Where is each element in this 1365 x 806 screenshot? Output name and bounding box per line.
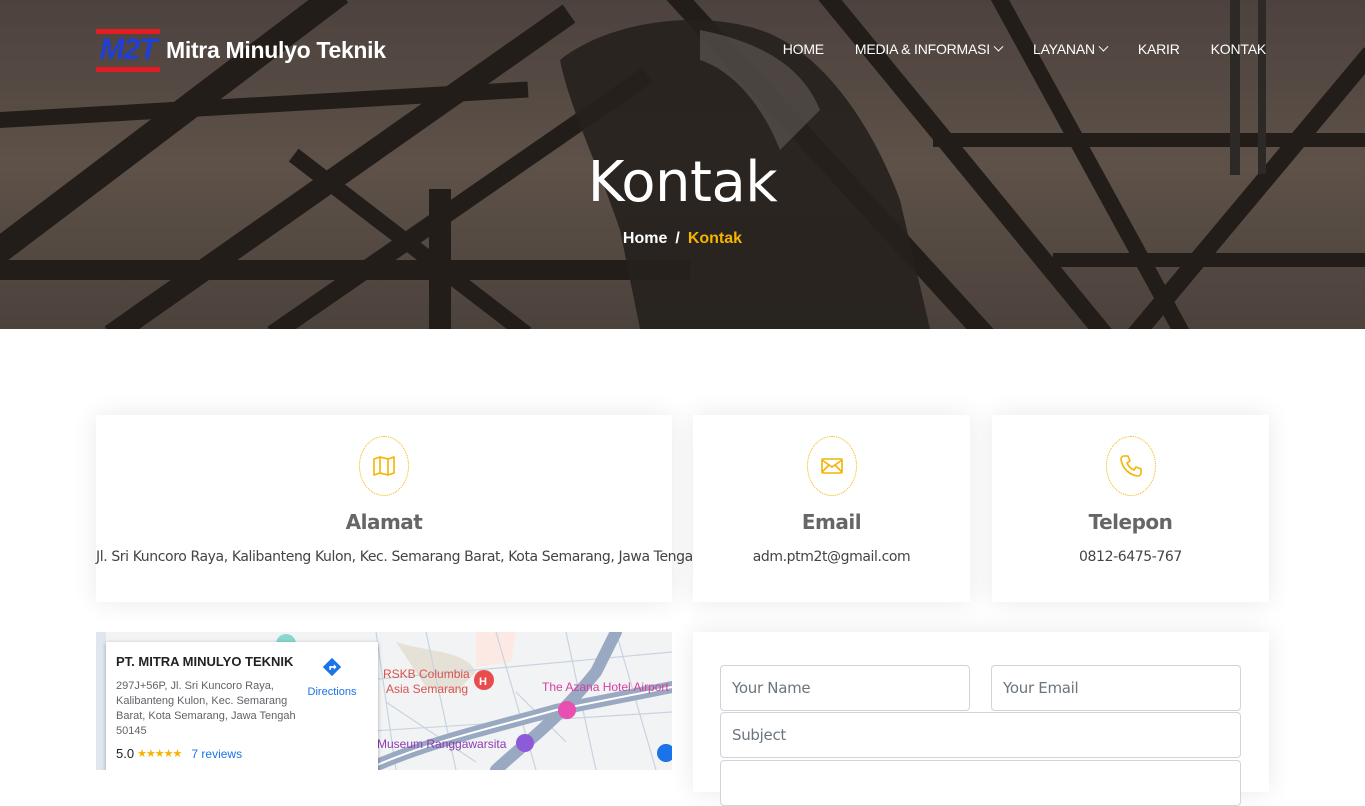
map-icon xyxy=(373,456,395,476)
card-title: Alamat xyxy=(345,510,423,534)
directions-button[interactable]: Directions xyxy=(302,656,362,698)
place-rating: 5.0 ★★★★★ 7 reviews xyxy=(116,746,243,761)
reviews-link[interactable]: 7 reviews xyxy=(191,747,242,761)
contact-form: Your Name Your Email Subject xyxy=(693,632,1269,806)
envelope-icon xyxy=(820,458,843,474)
map-place-card: PT. MITRA MINULYO TEKNIK 297J+56P, Jl. S… xyxy=(106,642,378,770)
chevron-down-icon xyxy=(993,41,1004,52)
star-rating-icon: ★★★★★ xyxy=(137,748,182,760)
hero-banner: M2T Mitra Minulyo Teknik HOME MEDIA & IN… xyxy=(0,0,1365,329)
page-title: Kontak xyxy=(587,150,778,215)
card-title: Email xyxy=(801,510,862,534)
breadcrumb: Home / Kontak xyxy=(0,230,1365,248)
info-card-address: Alamat Jl. Sri Kuncoro Raya, Kalibanteng… xyxy=(96,415,748,602)
message-textarea[interactable] xyxy=(720,760,1241,806)
breadcrumb-home[interactable]: Home xyxy=(623,230,667,247)
place-address: 297J+56P, Jl. Sri Kuncoro Raya, Kalibant… xyxy=(116,680,296,737)
map-label-museum[interactable]: Museum Ranggawarsita xyxy=(377,737,506,751)
site-logo[interactable]: M2T Mitra Minulyo Teknik xyxy=(96,28,386,72)
breadcrumb-current: Kontak xyxy=(687,230,743,247)
card-text[interactable]: 0812-6475-767 xyxy=(992,549,1269,565)
svg-text:H: H xyxy=(479,676,487,688)
map-label-hotel[interactable]: The Azana Hotel Airport xyxy=(542,680,669,694)
info-card-email: Email adm.ptm2t@gmail.com xyxy=(693,415,970,602)
nav-home[interactable]: HOME xyxy=(783,38,824,60)
chevron-down-icon xyxy=(1098,41,1109,52)
map-label-hospital-line2[interactable]: Asia Semarang xyxy=(386,682,468,696)
subject-input[interactable]: Subject xyxy=(720,712,1241,758)
nav-kontak[interactable]: KONTAK xyxy=(1211,38,1267,60)
card-text[interactable]: adm.ptm2t@gmail.com xyxy=(693,549,970,565)
map-label-hospital[interactable]: RSKB Columbia xyxy=(383,667,470,681)
name-input[interactable]: Your Name xyxy=(720,665,970,711)
phone-icon xyxy=(1119,455,1142,477)
email-input[interactable]: Your Email xyxy=(991,665,1241,711)
brand-name[interactable]: Mitra Minulyo Teknik xyxy=(166,37,386,64)
main-nav: HOME MEDIA & INFORMASI LAYANAN KARIR KON… xyxy=(752,38,1266,60)
embedded-map[interactable]: H RSKB Columbia Asia Semarang The Azana … xyxy=(96,632,672,770)
directions-icon xyxy=(322,657,342,677)
card-title: Telepon xyxy=(1088,510,1173,534)
breadcrumb-separator: / xyxy=(675,230,680,247)
nav-karir[interactable]: KARIR xyxy=(1138,38,1180,60)
logo-mark: M2T xyxy=(96,28,160,72)
nav-layanan[interactable]: LAYANAN xyxy=(1033,38,1109,60)
info-card-phone: Telepon 0812-6475-767 xyxy=(992,415,1269,602)
nav-media-informasi[interactable]: MEDIA & INFORMASI xyxy=(855,38,1004,60)
card-text: Jl. Sri Kuncoro Raya, Kalibanteng Kulon,… xyxy=(96,549,748,565)
